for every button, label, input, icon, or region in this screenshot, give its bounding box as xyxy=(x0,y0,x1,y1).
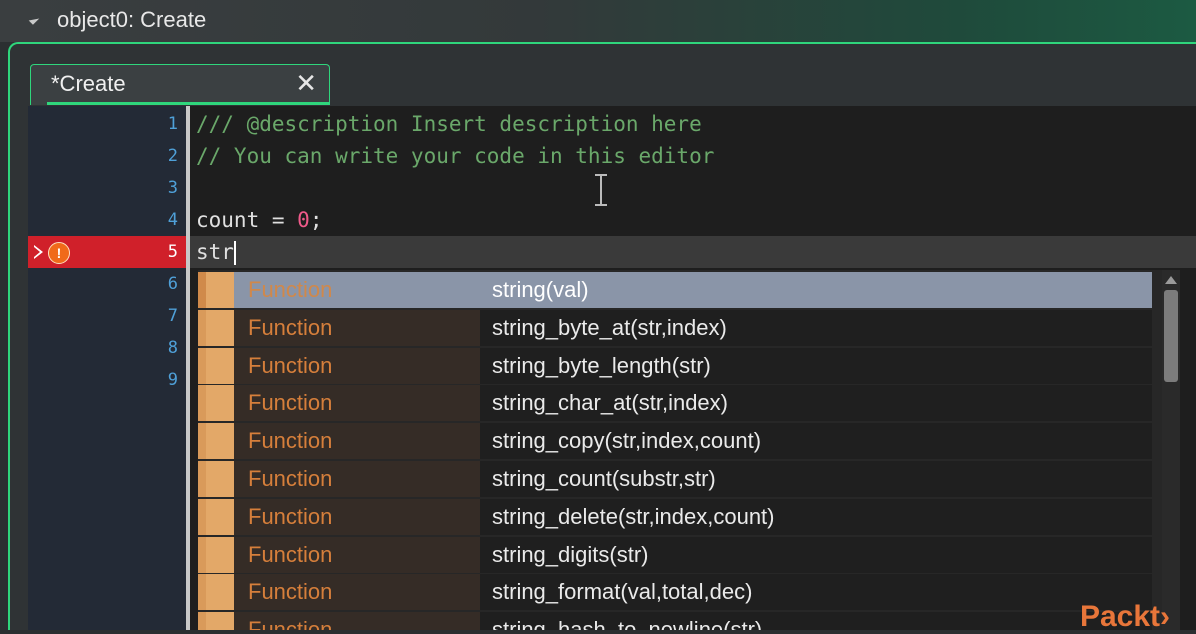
item-kind: Function xyxy=(234,574,480,611)
code-text: count = xyxy=(196,208,298,232)
item-signature: string_copy(str,index,count) xyxy=(480,423,1152,460)
line-number: 8 xyxy=(167,338,178,358)
item-signature: string_char_at(str,index) xyxy=(480,385,1152,422)
code-line-5[interactable]: str xyxy=(196,236,236,268)
autocomplete-item[interactable]: Function string_delete(str,index,count) xyxy=(198,498,1152,537)
collapse-triangle-icon[interactable] xyxy=(28,14,40,25)
item-kind-marker-highlight xyxy=(206,498,234,535)
item-signature: string_byte_length(str) xyxy=(480,347,1152,384)
code-text: str xyxy=(196,240,234,264)
code-number-literal: 0 xyxy=(297,208,310,232)
scrollbar-thumb[interactable] xyxy=(1164,290,1178,382)
code-editor-window: *Create ✕ ! 1 2 3 4 5 6 7 8 9 /// @descr… xyxy=(8,42,1196,630)
autocomplete-scrollbar[interactable] xyxy=(1162,270,1180,630)
item-signature: string_digits(str) xyxy=(480,536,1152,573)
autocomplete-item[interactable]: Function string_byte_at(str,index) xyxy=(198,309,1152,348)
item-kind-marker-highlight xyxy=(206,536,234,573)
item-kind: Function xyxy=(234,498,480,535)
code-editor[interactable]: ! 1 2 3 4 5 6 7 8 9 /// @description Ins… xyxy=(28,106,1196,630)
item-kind-marker-highlight xyxy=(206,385,234,422)
autocomplete-item[interactable]: Function string_byte_length(str) xyxy=(198,347,1152,386)
line-number: 3 xyxy=(167,178,178,198)
current-line-highlight xyxy=(190,236,1196,268)
code-line-4[interactable]: count = 0; xyxy=(196,204,322,236)
packt-watermark: Packt› xyxy=(1079,600,1170,633)
line-number: 6 xyxy=(167,274,178,294)
item-signature: string_byte_at(str,index) xyxy=(480,309,1152,346)
autocomplete-popup[interactable]: Function string(val) Function string_byte_a… xyxy=(198,270,1180,630)
autocomplete-item[interactable]: Function string_digits(str) xyxy=(198,536,1152,575)
line-number: 4 xyxy=(167,210,178,230)
item-kind-marker-highlight xyxy=(206,612,234,630)
code-line-1[interactable]: /// @description Insert description here xyxy=(196,108,702,140)
window-titlebar: object0: Create xyxy=(0,0,1196,42)
line-number: 9 xyxy=(167,370,178,390)
autocomplete-item[interactable]: Function string_copy(str,index,count) xyxy=(198,423,1152,461)
item-kind: Function xyxy=(234,536,480,573)
item-signature: string(val) xyxy=(480,272,1152,308)
item-signature: string_hash_to_newline(str) xyxy=(480,612,1152,630)
item-kind: Function xyxy=(234,385,480,422)
item-kind: Function xyxy=(234,612,480,630)
item-kind-marker-highlight xyxy=(206,423,234,460)
window-title: object0: Create xyxy=(57,7,207,32)
autocomplete-item[interactable]: Function string_count(substr,str) xyxy=(198,461,1152,499)
item-kind-marker-highlight xyxy=(206,574,234,611)
item-kind-marker-highlight xyxy=(206,461,234,497)
code-line-2[interactable]: // You can write your code in this edito… xyxy=(196,140,714,172)
tab-bar: *Create ✕ xyxy=(10,44,1196,106)
line-number: 1 xyxy=(167,114,178,134)
close-icon[interactable]: ✕ xyxy=(295,68,317,98)
autocomplete-item[interactable]: Function string(val) xyxy=(198,272,1152,310)
autocomplete-item[interactable]: Function string_hash_to_newline(str) xyxy=(198,612,1152,630)
line-number: 7 xyxy=(167,306,178,326)
line-number-gutter: ! 1 2 3 4 5 6 7 8 9 xyxy=(28,106,188,630)
item-kind-marker-highlight xyxy=(206,347,234,384)
scroll-up-arrow-icon[interactable] xyxy=(1165,276,1177,284)
tab-active-indicator xyxy=(47,102,329,105)
item-kind-marker-highlight xyxy=(206,272,234,308)
line-number: 2 xyxy=(167,146,178,166)
item-signature: string_format(val,total,dec) xyxy=(480,574,1152,611)
code-text: ; xyxy=(309,208,323,232)
gutter-separator xyxy=(186,106,190,630)
ibeam-cursor-icon xyxy=(595,174,607,206)
line-number: 5 xyxy=(167,242,178,262)
autocomplete-item[interactable]: Function string_format(val,total,dec) xyxy=(198,574,1152,612)
item-kind: Function xyxy=(234,461,480,497)
item-kind: Function xyxy=(234,347,480,384)
tab-create[interactable]: *Create ✕ xyxy=(30,64,330,105)
item-kind-marker-highlight xyxy=(206,309,234,346)
item-kind: Function xyxy=(234,272,480,308)
text-caret xyxy=(233,241,236,265)
item-kind: Function xyxy=(234,309,480,346)
item-signature: string_count(substr,str) xyxy=(480,461,1152,497)
autocomplete-item[interactable]: Function string_char_at(str,index) xyxy=(198,385,1152,423)
tab-label: *Create xyxy=(51,71,126,96)
item-kind: Function xyxy=(234,423,480,460)
item-signature: string_delete(str,index,count) xyxy=(480,498,1152,535)
